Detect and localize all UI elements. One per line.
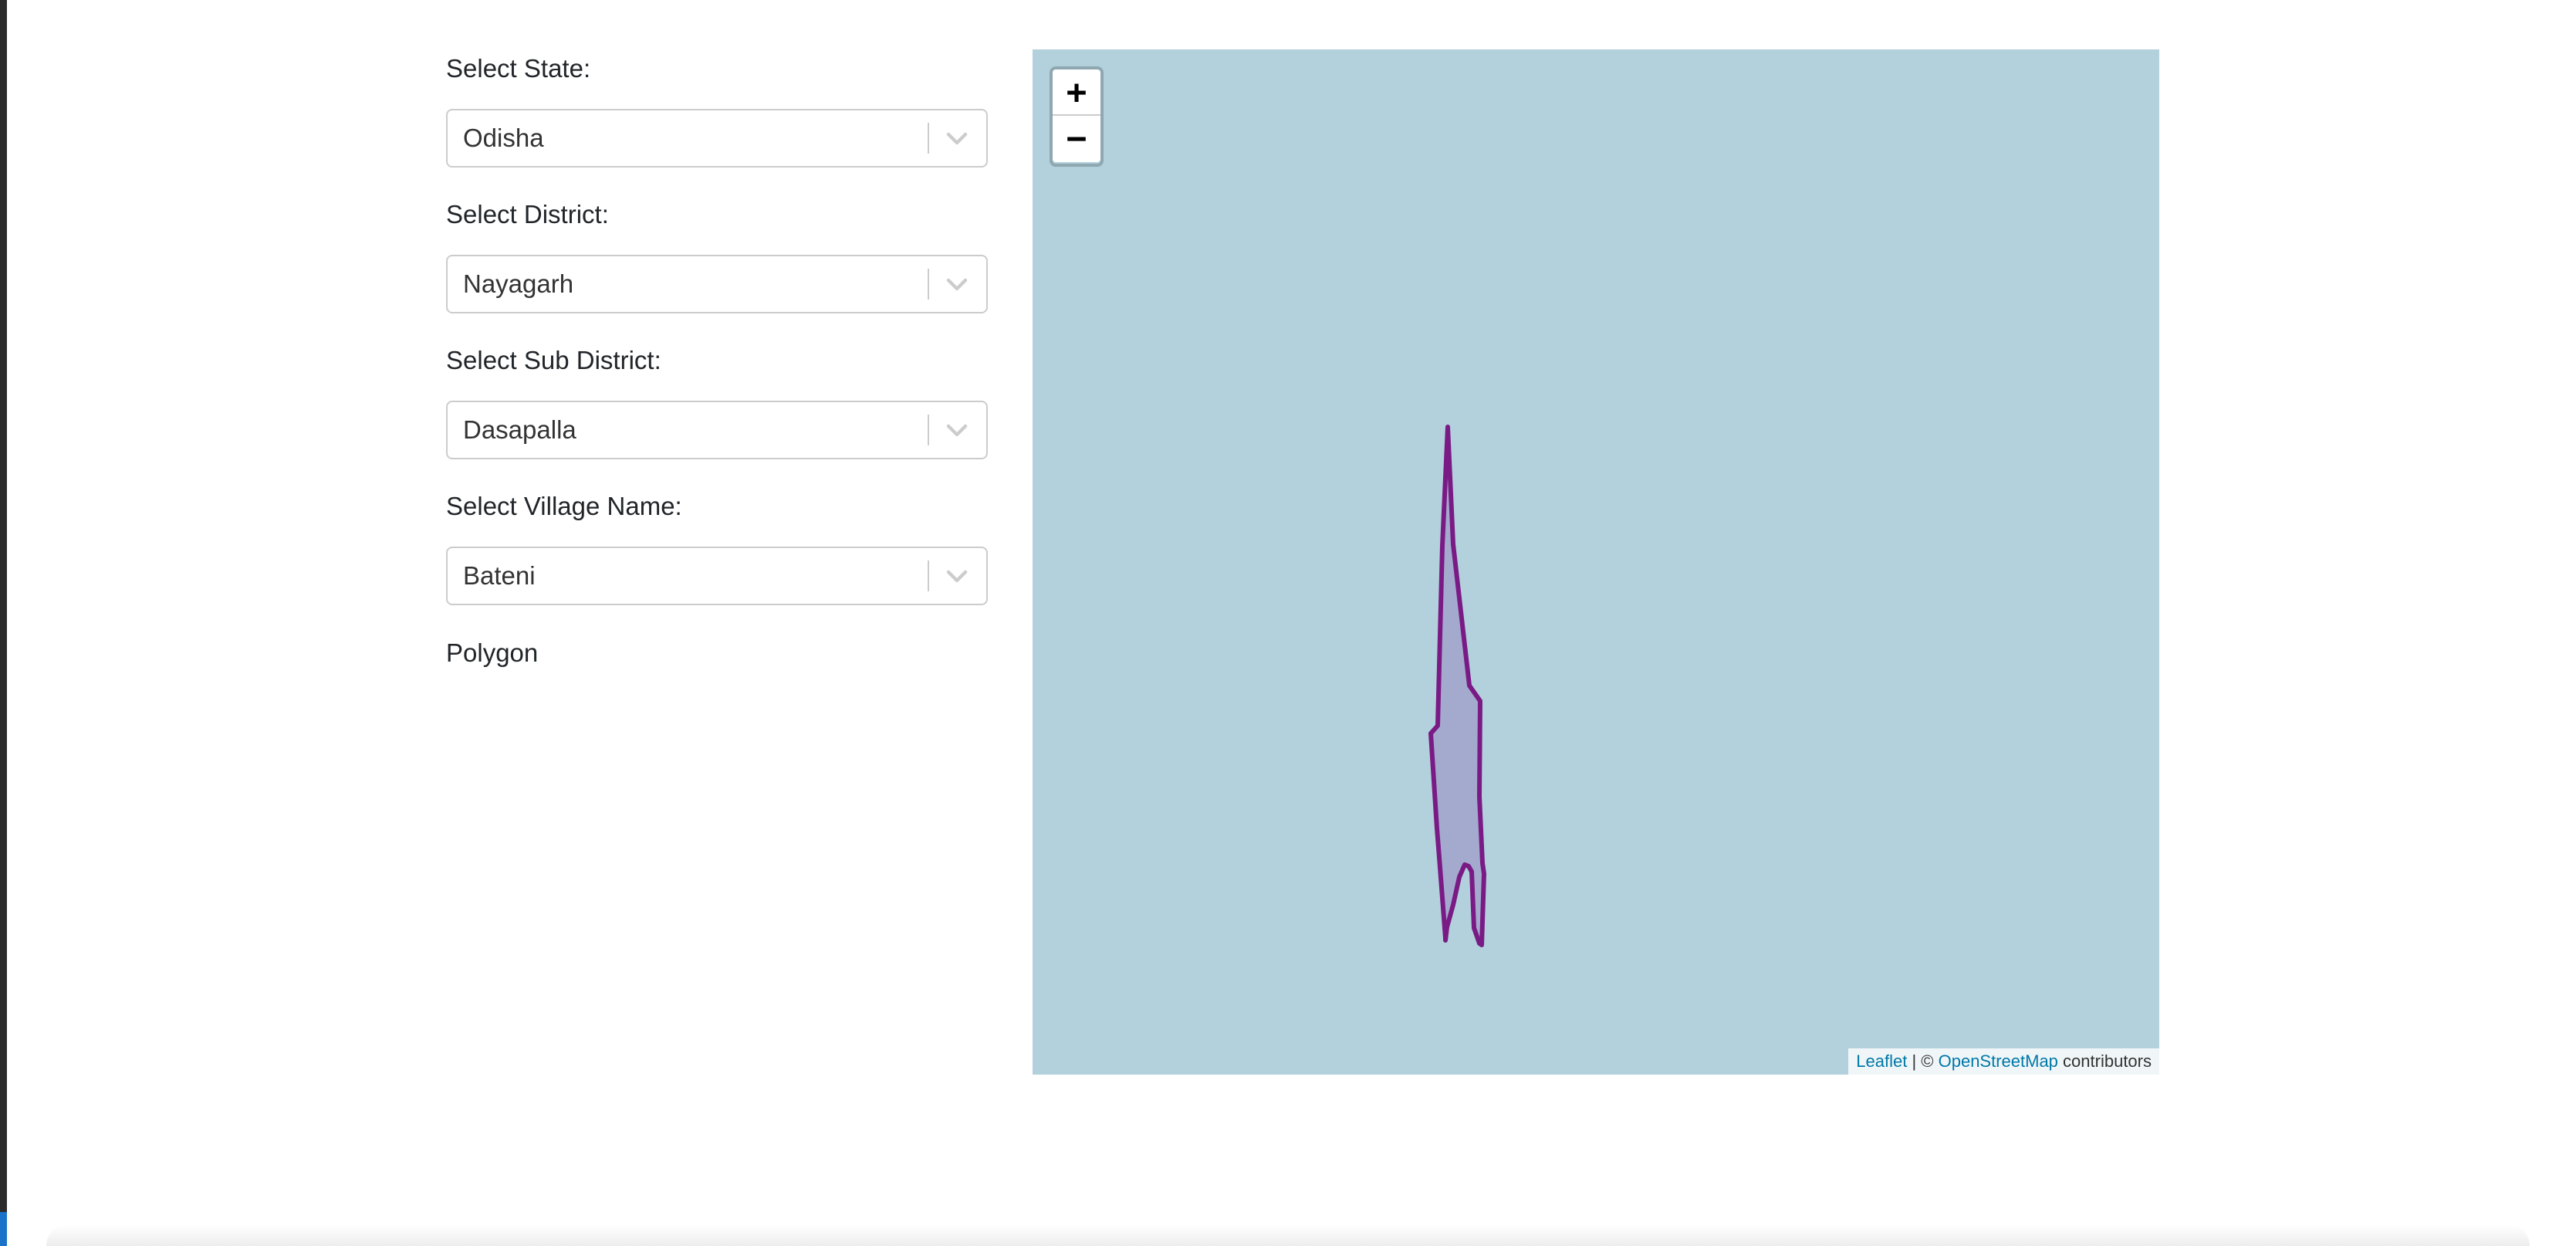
attribution-separator: | © bbox=[1912, 1051, 1934, 1071]
chevron-down-icon[interactable] bbox=[941, 123, 972, 154]
leaflet-link[interactable]: Leaflet bbox=[1856, 1051, 1907, 1071]
select-separator bbox=[928, 269, 929, 300]
map-svg bbox=[1428, 425, 1486, 947]
village-polygon[interactable] bbox=[1428, 425, 1486, 947]
window-edge bbox=[0, 0, 7, 1246]
sub-district-select[interactable]: Dasapalla bbox=[446, 401, 988, 459]
chevron-down-icon[interactable] bbox=[941, 415, 972, 445]
chevron-down-icon[interactable] bbox=[941, 269, 972, 300]
sub-district-select-value: Dasapalla bbox=[463, 415, 576, 444]
state-select[interactable]: Odisha bbox=[446, 109, 988, 168]
village-select-value: Bateni bbox=[463, 561, 536, 590]
location-form: Select State: Odisha Select District: Na… bbox=[446, 46, 988, 676]
map-container[interactable]: + − Leaflet | © OpenStreetMap contributo… bbox=[1033, 49, 2159, 1075]
bottom-shadow bbox=[46, 1224, 2530, 1246]
zoom-out-button[interactable]: − bbox=[1053, 116, 1100, 162]
sub-district-label: Select Sub District: bbox=[446, 346, 661, 374]
select-separator bbox=[928, 415, 929, 445]
openstreetmap-link[interactable]: OpenStreetMap bbox=[1939, 1051, 2058, 1071]
zoom-control: + − bbox=[1050, 66, 1104, 167]
page: Select State: Odisha Select District: Na… bbox=[0, 0, 2576, 1246]
zoom-in-button[interactable]: + bbox=[1053, 69, 1100, 116]
district-select[interactable]: Nayagarh bbox=[446, 255, 988, 313]
attribution-suffix: contributors bbox=[2063, 1051, 2152, 1071]
state-label: Select State: bbox=[446, 54, 591, 83]
chevron-down-icon[interactable] bbox=[941, 560, 972, 591]
geometry-type-text: Polygon bbox=[446, 638, 539, 667]
district-select-value: Nayagarh bbox=[463, 269, 574, 298]
map-attribution: Leaflet | © OpenStreetMap contributors bbox=[1848, 1048, 2159, 1075]
window-edge-accent bbox=[0, 1212, 7, 1246]
select-separator bbox=[928, 123, 929, 154]
state-select-value: Odisha bbox=[463, 124, 544, 152]
district-label: Select District: bbox=[446, 200, 609, 229]
village-select[interactable]: Bateni bbox=[446, 547, 988, 605]
select-separator bbox=[928, 560, 929, 591]
village-label: Select Village Name: bbox=[446, 492, 682, 520]
